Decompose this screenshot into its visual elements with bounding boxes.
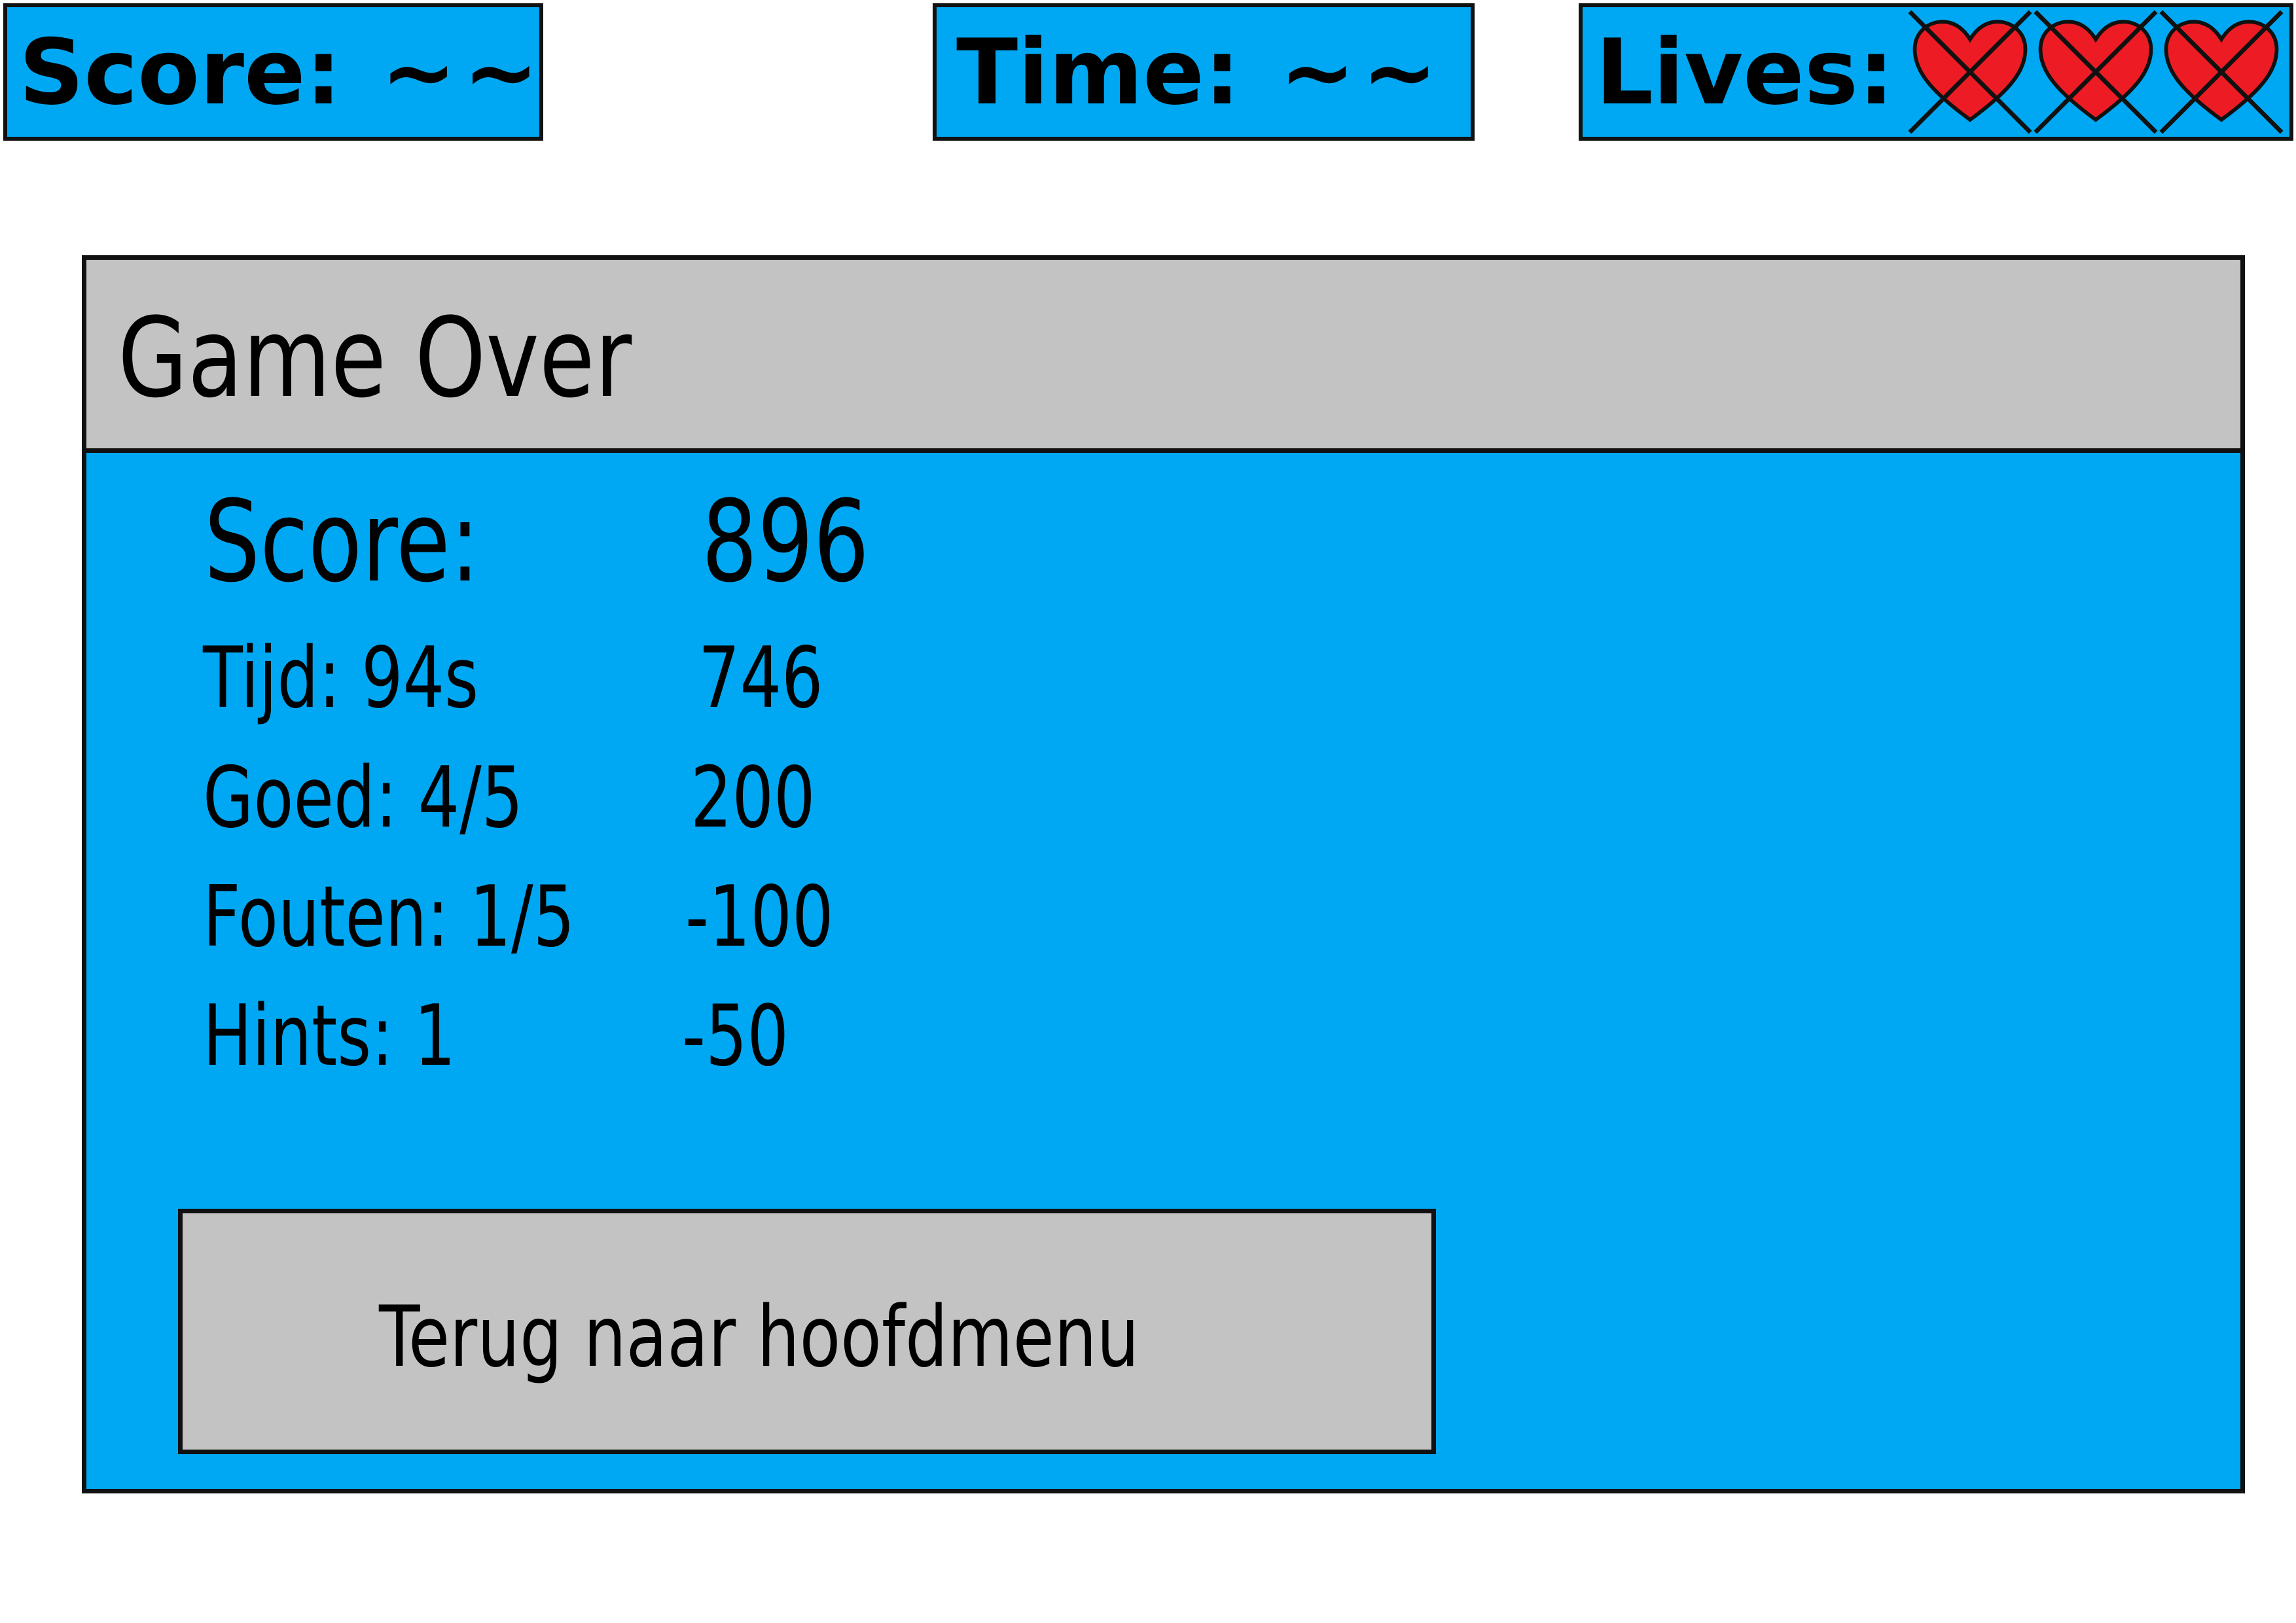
- game-over-title: Game Over: [118, 294, 632, 422]
- heart-icon: [2034, 10, 2158, 134]
- back-to-main-menu-button[interactable]: Terug naar hoofdmenu: [178, 1209, 1436, 1454]
- hud-lives-label: Lives:: [1596, 19, 1895, 125]
- hud-time-label: Time:: [956, 19, 1241, 125]
- hud-lives-box: Lives:: [1579, 3, 2293, 141]
- back-to-main-menu-label: Terug naar hoofdmenu: [379, 1289, 1139, 1386]
- breakdown-label: Fouten: 1/5: [203, 868, 575, 966]
- breakdown-label: Tijd: 94s: [203, 630, 479, 727]
- breakdown-label: Goed: 4/5: [203, 749, 524, 847]
- final-score-value: 896: [702, 476, 870, 607]
- lives-hearts: [1907, 7, 2284, 137]
- game-over-header: Game Over: [86, 260, 2240, 453]
- game-over-panel: Game Over Score: 896 Tijd: 94s 746 Goed:…: [82, 255, 2245, 1493]
- hud-score-box: Score: ~~: [3, 3, 543, 141]
- game-screen: Score: ~~ Time: ~~ Lives: Game Over Scor…: [0, 0, 2296, 1623]
- breakdown-value: 200: [691, 749, 816, 847]
- heart-icon: [1908, 10, 2032, 134]
- hud-score-label: Score:: [19, 19, 342, 125]
- hud-time-box: Time: ~~: [933, 3, 1475, 141]
- breakdown-value: -100: [685, 868, 834, 966]
- hud-score-value: ~~: [380, 19, 546, 125]
- breakdown-label: Hints: 1: [203, 988, 456, 1085]
- heart-icon: [2159, 10, 2284, 134]
- breakdown-value: 746: [698, 630, 823, 727]
- final-score-label: Score:: [204, 476, 480, 607]
- hud-time-value: ~~: [1280, 19, 1444, 125]
- breakdown-value: -50: [682, 988, 789, 1085]
